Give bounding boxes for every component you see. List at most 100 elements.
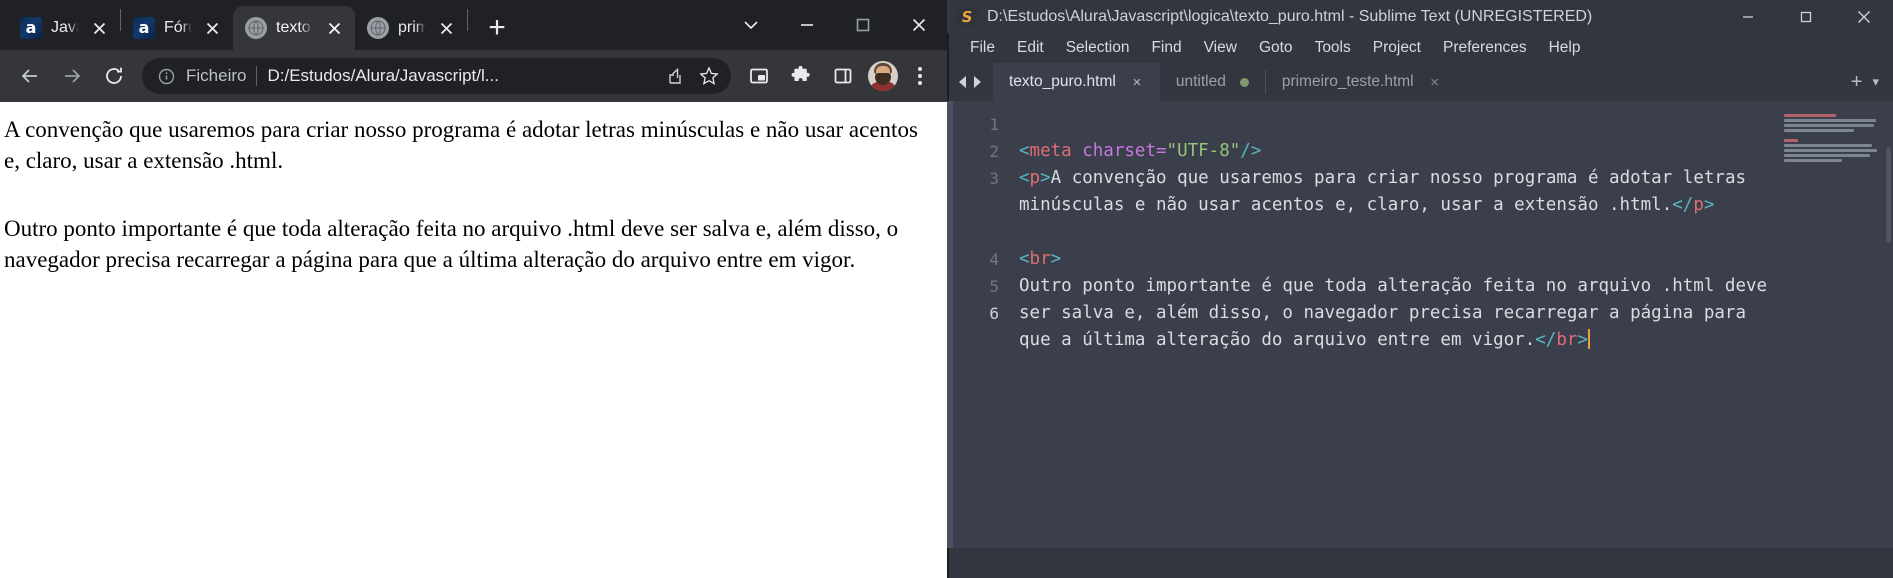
address-bar[interactable]: Ficheiro D:/Estudos/Alura/Javascript/l..… <box>142 58 731 94</box>
code-area[interactable]: <meta charset="UTF-8"/> <p>A convenção qu… <box>1011 101 1780 548</box>
line-number-wrap: . <box>953 219 999 246</box>
page-paragraph-gap <box>4 177 929 213</box>
unsaved-dot-icon <box>1239 77 1249 87</box>
line-number: 1 <box>989 115 999 134</box>
browser-toolbar: Ficheiro D:/Estudos/Alura/Javascript/l..… <box>0 50 947 102</box>
menu-item-goto[interactable]: Goto <box>1248 33 1304 63</box>
tab-bar-spacer <box>1458 63 1837 101</box>
code-attr-charset: charset= <box>1071 141 1167 161</box>
close-icon[interactable] <box>323 17 345 39</box>
sublime-tab-label: primeiro_teste.html <box>1281 73 1414 90</box>
close-icon[interactable] <box>1835 0 1893 33</box>
minimap-scrollbar[interactable] <box>1886 147 1891 243</box>
browser-tab-label: texto <box>276 19 311 36</box>
menu-item-preferences[interactable]: Preferences <box>1432 33 1538 63</box>
side-panel-icon[interactable] <box>823 56 863 96</box>
star-icon[interactable] <box>693 60 725 92</box>
line-number: 4 <box>989 250 999 269</box>
sublime-tab-label: texto_puro.html <box>1009 73 1116 90</box>
code-line-5: <br> <box>1019 249 1062 269</box>
info-circle-icon[interactable] <box>156 66 176 86</box>
kebab-menu-icon[interactable] <box>903 59 937 93</box>
line-number-gutter: 1 2 3 . . 4 5 6 <box>953 101 1011 548</box>
line-number: 2 <box>989 142 999 161</box>
code-tag-br: br <box>1029 249 1051 269</box>
browser-tab-label: Fórur <box>164 19 192 36</box>
maximize-icon[interactable] <box>1777 0 1835 33</box>
browser-tab-3[interactable]: prim <box>355 6 467 50</box>
close-icon[interactable] <box>891 5 947 45</box>
menu-item-view[interactable]: View <box>1193 33 1248 63</box>
share-icon[interactable] <box>659 60 691 92</box>
sublime-tab-texto-puro[interactable]: texto_puro.html × <box>993 63 1160 101</box>
sublime-title-text: D:\Estudos\Alura\Javascript\logica\texto… <box>987 7 1593 25</box>
code-line-2: <meta charset="UTF-8"/> <box>1019 141 1262 161</box>
alura-icon: a <box>20 17 42 39</box>
close-icon[interactable] <box>88 17 110 39</box>
close-icon[interactable] <box>435 17 457 39</box>
sublime-title-bar: S D:\Estudos\Alura\Javascript\logica\tex… <box>947 0 1893 33</box>
menu-item-find[interactable]: Find <box>1140 33 1192 63</box>
sublime-logo-icon: S <box>955 6 979 27</box>
new-tab-button[interactable]: + <box>1851 71 1863 94</box>
close-icon[interactable]: × <box>1130 75 1144 90</box>
sublime-editor[interactable]: 1 2 3 . . 4 5 6 <meta charset="UTF-8"/><… <box>947 101 1893 548</box>
sublime-tab-bar: texto_puro.html × untitled primeiro_test… <box>947 63 1893 101</box>
browser-tab-2-active[interactable]: texto <box>233 6 355 50</box>
sublime-status-bar <box>947 548 1893 578</box>
close-icon[interactable] <box>201 17 223 39</box>
code-text-paragraph-1: A convenção que usaremos para criar noss… <box>1019 168 1757 215</box>
minimize-icon[interactable] <box>1719 0 1777 33</box>
sublime-window-controls <box>1719 0 1893 33</box>
puzzle-icon[interactable] <box>781 56 821 96</box>
menu-item-project[interactable]: Project <box>1362 33 1432 63</box>
url-scheme-label: Ficheiro <box>186 66 247 85</box>
minimize-icon[interactable] <box>779 5 835 45</box>
minimap-content <box>1784 109 1884 164</box>
prev-tab-icon[interactable] <box>957 75 968 89</box>
maximize-icon[interactable] <box>835 5 891 45</box>
back-arrow-icon[interactable] <box>10 56 50 96</box>
minimap[interactable] <box>1780 101 1893 548</box>
chevron-down-icon[interactable]: ▾ <box>1872 74 1879 90</box>
code-string-utf8: "UTF-8" <box>1166 141 1241 161</box>
sublime-tab-untitled[interactable]: untitled <box>1160 63 1265 101</box>
forward-arrow-icon[interactable] <box>52 56 92 96</box>
new-tab-button[interactable]: + <box>480 11 514 45</box>
line-number-wrap: . <box>953 192 999 219</box>
tab-search-icon[interactable] <box>723 5 779 45</box>
menu-item-help[interactable]: Help <box>1538 33 1592 63</box>
menu-item-selection[interactable]: Selection <box>1055 33 1141 63</box>
code-line-3: <p>A convenção que usaremos para criar n… <box>1019 168 1757 215</box>
browser-tab-label: prim <box>398 19 426 36</box>
code-text-paragraph-2: Outro ponto importante é que toda altera… <box>1019 276 1778 350</box>
menu-item-edit[interactable]: Edit <box>1006 33 1055 63</box>
tab-bar-actions: + ▾ <box>1837 63 1893 101</box>
browser-window: a Javas a Fórur texto <box>0 0 947 578</box>
page-content: A convenção que usaremos para criar noss… <box>0 102 947 578</box>
omnibox-actions <box>659 60 725 92</box>
avatar[interactable] <box>868 61 898 91</box>
tab-nav-arrows[interactable] <box>947 63 993 101</box>
globe-icon <box>245 17 267 39</box>
sublime-text-window: S D:\Estudos\Alura\Javascript\logica\tex… <box>947 0 1893 578</box>
screen: a Javas a Fórur texto <box>0 0 1893 578</box>
close-icon[interactable]: × <box>1428 75 1442 90</box>
menu-item-file[interactable]: File <box>959 33 1006 63</box>
page-paragraph-2: Outro ponto importante é que toda altera… <box>4 215 899 272</box>
line-number: 5 <box>989 277 999 296</box>
omnibox-divider <box>256 66 258 86</box>
url-text: D:/Estudos/Alura/Javascript/l... <box>267 66 499 85</box>
picture-in-picture-icon[interactable] <box>739 56 779 96</box>
browser-window-controls <box>723 0 947 50</box>
browser-tab-1[interactable]: a Fórur <box>121 6 233 50</box>
reload-icon[interactable] <box>94 56 134 96</box>
sublime-tab-primeiro-teste[interactable]: primeiro_teste.html × <box>1266 63 1458 101</box>
browser-tab-strip: a Javas a Fórur texto <box>0 0 947 50</box>
tab-separator <box>467 8 468 31</box>
sublime-menu-bar: File Edit Selection Find View Goto Tools… <box>947 33 1893 63</box>
browser-tab-label: Javas <box>51 19 79 36</box>
menu-item-tools[interactable]: Tools <box>1304 33 1362 63</box>
browser-tab-0[interactable]: a Javas <box>8 6 120 50</box>
next-tab-icon[interactable] <box>972 75 983 89</box>
